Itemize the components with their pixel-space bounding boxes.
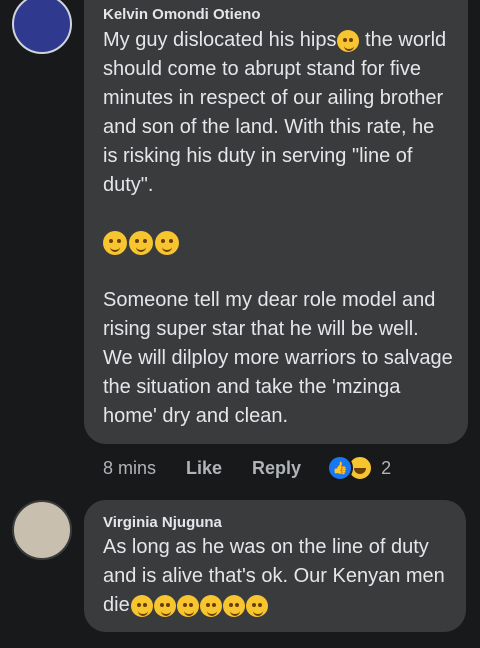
like-button[interactable]: Like: [186, 458, 222, 479]
comment-time[interactable]: 8 mins: [103, 458, 156, 479]
emoji-row: [103, 231, 179, 255]
reply-button[interactable]: Reply: [252, 458, 301, 479]
grinning-sweat-icon: [199, 594, 222, 617]
comment-text-paragraph-1: My guy dislocated his hips the world sho…: [103, 26, 453, 200]
thumbs-up-icon: 👍: [327, 455, 354, 481]
comment-author[interactable]: Virginia Njuguna: [103, 514, 222, 531]
rolling-laughing-icon: [222, 594, 245, 617]
worried-face-icon: [153, 594, 176, 617]
comment-text-part: My guy dislocated his hips: [103, 29, 337, 51]
reaction-count: 2: [381, 457, 392, 478]
tears-of-joy-icon: [176, 594, 199, 617]
upside-down-face-icon: [103, 231, 127, 255]
upside-down-face-icon: [129, 231, 153, 255]
tears-of-joy-icon: [245, 594, 268, 617]
upside-down-face-icon: [155, 231, 179, 255]
comment-text-part: the world should come to abrupt stand fo…: [103, 29, 447, 196]
reactions-summary[interactable]: 👍 2: [327, 455, 391, 481]
comment-text: As long as he was on the line of duty an…: [103, 533, 453, 620]
avatar-kelvin[interactable]: [12, 0, 72, 54]
avatar-virginia[interactable]: [12, 500, 72, 560]
hushed-face-icon: [337, 29, 360, 52]
zany-face-icon: [130, 594, 153, 617]
comment-text-paragraph-2: Someone tell my dear role model and risi…: [103, 289, 453, 427]
comment-author[interactable]: Kelvin Omondi Otieno: [103, 6, 261, 23]
comment-meta-row: 8 mins Like Reply 👍 2: [103, 455, 391, 481]
